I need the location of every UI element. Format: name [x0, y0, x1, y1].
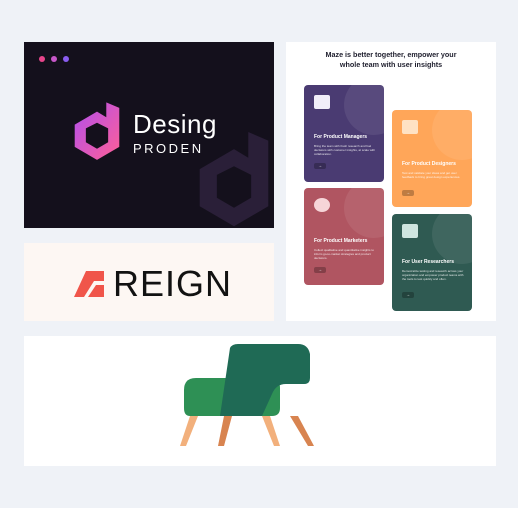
- proden-subtitle: PRODEN: [133, 140, 204, 156]
- reign-logo-card: REIGN: [24, 243, 274, 321]
- window-dots: [39, 56, 69, 62]
- desing-logo-mark-icon: [74, 102, 120, 160]
- card-heading: For User Researchers: [402, 259, 454, 265]
- card-body: Test and validate your ideas and get use…: [402, 171, 461, 179]
- desing-title: Desing: [133, 108, 217, 139]
- chair-leg-back-mid-icon: [262, 416, 280, 446]
- chair-back-icon: [220, 344, 310, 416]
- chair-leg-front-left-icon: [180, 416, 198, 446]
- card-product-marketers[interactable]: For Product Marketers Collect qualitativ…: [304, 188, 384, 285]
- card-arrow-button[interactable]: →: [314, 267, 326, 273]
- card-heading: For Product Marketers: [314, 238, 368, 244]
- dot-red-icon: [39, 56, 45, 62]
- card-product-managers[interactable]: For Product Managers Bring the team with…: [304, 85, 384, 182]
- maze-heading-line2: whole team with user insights: [339, 60, 443, 69]
- chair-leg-back-right-icon: [290, 416, 314, 446]
- chair-leg-front-mid-icon: [218, 416, 232, 446]
- dot-pink-icon: [51, 56, 57, 62]
- pie-chart-icon: [314, 198, 330, 212]
- card-body: Bring the team with fresh research and f…: [314, 144, 376, 156]
- card-product-designers[interactable]: For Product Designers Test and validate …: [392, 110, 472, 207]
- maze-heading-line1: Maze is better together, empower your: [325, 50, 457, 59]
- design-tool-icon: [402, 120, 418, 134]
- card-user-researchers[interactable]: For User Researchers Democratize testing…: [392, 214, 472, 311]
- card-body: Democratize testing and research across …: [402, 269, 464, 281]
- dot-purple-icon: [63, 56, 69, 62]
- card-arrow-button[interactable]: →: [402, 292, 414, 298]
- card-arrow-button[interactable]: →: [402, 190, 414, 196]
- card-heading: For Product Designers: [402, 161, 456, 167]
- maze-heading: Maze is better together, empower your wh…: [296, 50, 486, 70]
- reign-wordmark: REIGN: [113, 263, 233, 304]
- chair-illustration-card: [24, 336, 496, 466]
- desing-wordmark: Desing PRODEN: [133, 111, 217, 156]
- desing-proden-logo-card: Desing PRODEN: [24, 42, 274, 228]
- card-arrow-button[interactable]: →: [314, 163, 326, 169]
- card-heading: For Product Managers: [314, 134, 368, 140]
- reign-logo-mark-icon: [74, 271, 104, 297]
- chat-bubble-icon: [402, 224, 418, 238]
- maze-team-card: Maze is better together, empower your wh…: [286, 42, 496, 321]
- card-body: Collect qualitative and quantitative ins…: [314, 248, 374, 260]
- notebook-icon: [314, 95, 330, 109]
- lounge-chair-illustration-icon: [180, 344, 314, 446]
